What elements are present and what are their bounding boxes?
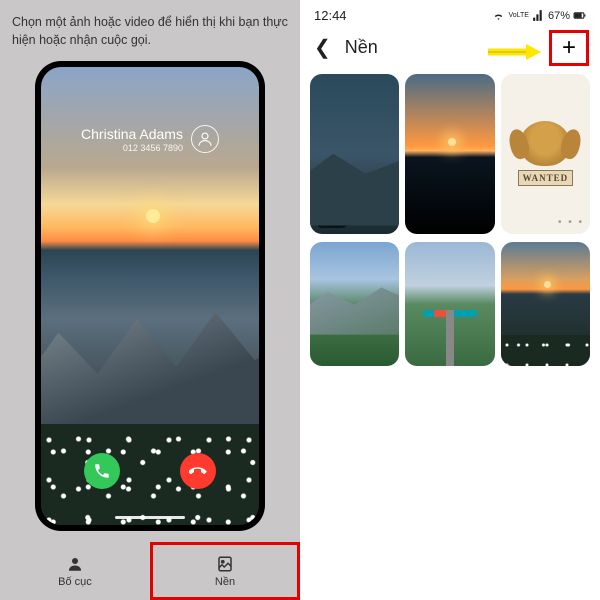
video-badge: Video bbox=[316, 215, 348, 228]
caller-info: Christina Adams 012 3456 7890 bbox=[41, 125, 259, 153]
battery-icon bbox=[573, 9, 586, 22]
mountain-graphic bbox=[41, 305, 259, 442]
wifi-icon bbox=[492, 9, 505, 22]
more-dots: • • • bbox=[558, 217, 584, 228]
bottom-tabs: Bố cục Nền bbox=[0, 542, 300, 600]
caller-number: 012 3456 7890 bbox=[81, 143, 183, 153]
caller-avatar-icon bbox=[191, 125, 219, 153]
add-button[interactable]: + bbox=[552, 33, 586, 63]
left-screen: Chọn một ảnh hoặc video để hiển thị khi … bbox=[0, 0, 300, 600]
background-thumb[interactable] bbox=[405, 74, 494, 234]
accept-call-button[interactable] bbox=[84, 453, 120, 489]
dog-graphic bbox=[520, 121, 570, 166]
tab-layout-label: Bố cục bbox=[58, 576, 92, 588]
background-thumb[interactable] bbox=[405, 242, 494, 366]
phone-screen: Christina Adams 012 3456 7890 bbox=[41, 67, 259, 525]
highlight-arrow bbox=[486, 42, 542, 67]
call-wallpaper: Christina Adams 012 3456 7890 bbox=[41, 67, 259, 525]
sun-graphic bbox=[146, 209, 160, 223]
page-title: Nền bbox=[345, 37, 378, 58]
volte-label: VoLTE bbox=[508, 12, 529, 19]
status-time: 12:44 bbox=[314, 8, 347, 23]
tab-layout[interactable]: Bố cục bbox=[0, 542, 150, 600]
back-button[interactable]: ❮ bbox=[314, 35, 331, 60]
caller-name: Christina Adams bbox=[81, 126, 183, 142]
wanted-label: WANTED bbox=[518, 170, 574, 186]
tab-background-label: Nền bbox=[215, 576, 235, 588]
background-thumb[interactable]: Video bbox=[310, 74, 399, 234]
battery-percent: 67% bbox=[548, 10, 570, 22]
phone-preview: Christina Adams 012 3456 7890 bbox=[35, 61, 265, 531]
instruction-text: Chọn một ảnh hoặc video để hiển thị khi … bbox=[0, 0, 300, 57]
background-thumb[interactable]: WANTED • • • bbox=[501, 74, 590, 234]
status-bar: 12:44 VoLTE 67% bbox=[300, 0, 600, 27]
right-screen: 12:44 VoLTE 67% ❮ Nền + Video WA bbox=[300, 0, 600, 600]
tab-background[interactable]: Nền bbox=[150, 542, 300, 600]
page-header: ❮ Nền + bbox=[300, 27, 600, 68]
reject-call-button[interactable] bbox=[180, 453, 216, 489]
background-thumb[interactable] bbox=[501, 242, 590, 366]
signal-icon bbox=[532, 9, 545, 22]
background-grid-row2 bbox=[300, 240, 600, 368]
background-grid-row1: Video WANTED • • • bbox=[300, 68, 600, 240]
background-thumb[interactable] bbox=[310, 242, 399, 366]
call-buttons bbox=[41, 453, 259, 489]
home-indicator bbox=[115, 516, 185, 519]
